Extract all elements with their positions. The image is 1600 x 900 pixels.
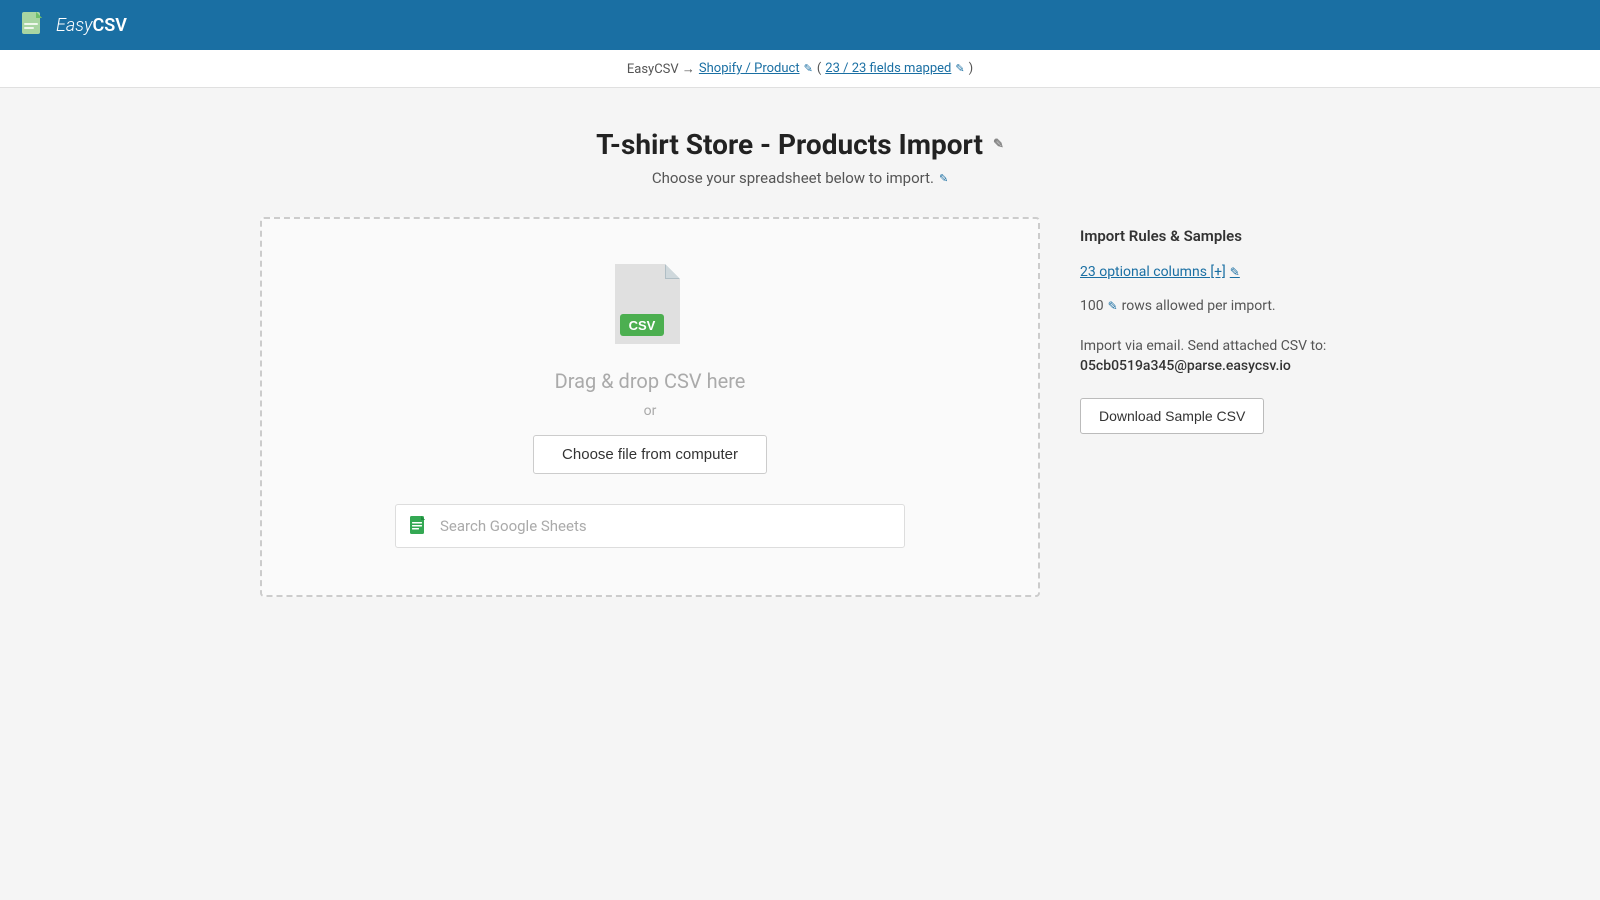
csv-icon-svg: CSV — [610, 259, 690, 349]
drag-drop-text: Drag & drop CSV here — [555, 369, 746, 393]
optional-columns-link[interactable]: 23 optional columns [+] ✎ — [1080, 264, 1240, 280]
csv-file-icon: CSV — [610, 259, 690, 349]
download-sample-csv-button[interactable]: Download Sample CSV — [1080, 398, 1264, 434]
breadcrumb-fields-link[interactable]: 23 / 23 fields mapped — [825, 61, 951, 76]
breadcrumb-paren-close: ) — [969, 61, 974, 76]
breadcrumb-link-icon[interactable]: ✎ — [804, 62, 813, 75]
page-title-area: T-shirt Store - Products Import ✎ — [260, 128, 1340, 161]
right-sidebar: Import Rules & Samples 23 optional colum… — [1080, 217, 1340, 434]
google-sheets-placeholder: Search Google Sheets — [440, 517, 587, 535]
breadcrumb-shopify-link[interactable]: Shopify / Product — [699, 61, 800, 76]
breadcrumb-paren-open: ( — [817, 61, 821, 76]
email-address: 05cb0519a345@parse.easycsv.io — [1080, 358, 1340, 374]
rows-edit-icon[interactable]: ✎ — [1108, 299, 1118, 313]
main-content: T-shirt Store - Products Import ✎ Choose… — [200, 88, 1400, 637]
logo-icon — [20, 11, 48, 39]
svg-text:CSV: CSV — [629, 318, 656, 333]
rows-info: 100 ✎ rows allowed per import. — [1080, 298, 1340, 314]
breadcrumb-prefix: EasyCSV → — [627, 61, 695, 77]
google-sheets-input[interactable]: Search Google Sheets — [395, 504, 905, 548]
breadcrumb-fields-icon[interactable]: ✎ — [955, 62, 964, 75]
sidebar-title: Import Rules & Samples — [1080, 227, 1340, 245]
drop-zone[interactable]: CSV Drag & drop CSV here or Choose file … — [260, 217, 1040, 597]
page-subtitle: Choose your spreadsheet below to import.… — [260, 169, 1340, 187]
google-sheets-icon — [408, 515, 430, 537]
logo-easy-text: EasyCSV — [56, 15, 127, 36]
breadcrumb: EasyCSV → Shopify / Product ✎ ( 23 / 23 … — [0, 50, 1600, 88]
app-logo: EasyCSV — [20, 11, 127, 39]
optional-columns-icon[interactable]: ✎ — [1230, 265, 1240, 279]
or-text: or — [644, 403, 657, 419]
rows-count: 100 — [1080, 298, 1104, 314]
app-header: EasyCSV — [0, 0, 1600, 50]
rows-suffix: rows allowed per import. — [1122, 298, 1276, 314]
page-title-edit-icon[interactable]: ✎ — [993, 137, 1004, 152]
two-col-layout: CSV Drag & drop CSV here or Choose file … — [260, 217, 1340, 597]
choose-file-button[interactable]: Choose file from computer — [533, 435, 767, 474]
page-subtitle-icon[interactable]: ✎ — [939, 172, 948, 185]
email-label: Import via email. Send attached CSV to: — [1080, 338, 1340, 354]
page-title: T-shirt Store - Products Import ✎ — [596, 128, 1004, 161]
